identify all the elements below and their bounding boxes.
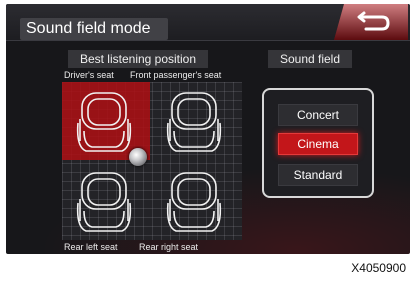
- drivers-seat-label: Driver's seat: [64, 70, 114, 80]
- sound-field-standard-button[interactable]: Standard: [278, 164, 358, 186]
- car-seat-icon: [76, 172, 132, 232]
- car-seat-icon: [166, 172, 222, 232]
- car-seat-icon: [76, 92, 132, 152]
- seat-selector-grid: [62, 82, 242, 240]
- back-button[interactable]: [328, 4, 408, 40]
- sound-field-cinema-button[interactable]: Cinema: [278, 133, 358, 155]
- rear-right-seat-label: Rear right seat: [139, 242, 199, 252]
- seat-rear-left[interactable]: [62, 162, 150, 240]
- front-passenger-seat-label: Front passenger's seat: [130, 70, 222, 80]
- sound-field-concert-button[interactable]: Concert: [278, 104, 358, 126]
- sound-field-label: Sound field: [268, 50, 352, 68]
- rear-left-seat-label: Rear left seat: [64, 242, 118, 252]
- title-bar: Sound field mode: [6, 4, 410, 41]
- figure-reference-code: X4050900: [351, 261, 406, 275]
- seat-rear-right[interactable]: [152, 162, 240, 240]
- page-title: Sound field mode: [26, 20, 151, 37]
- return-arrow-icon: [334, 4, 408, 40]
- seat-front-passenger[interactable]: [152, 82, 240, 160]
- infotainment-screen: Sound field mode Best listening position…: [6, 4, 410, 254]
- best-listening-position-label: Best listening position: [68, 50, 208, 68]
- position-knob-icon[interactable]: [129, 148, 147, 166]
- car-seat-icon: [166, 92, 222, 152]
- sound-field-panel: Concert Cinema Standard: [262, 88, 374, 198]
